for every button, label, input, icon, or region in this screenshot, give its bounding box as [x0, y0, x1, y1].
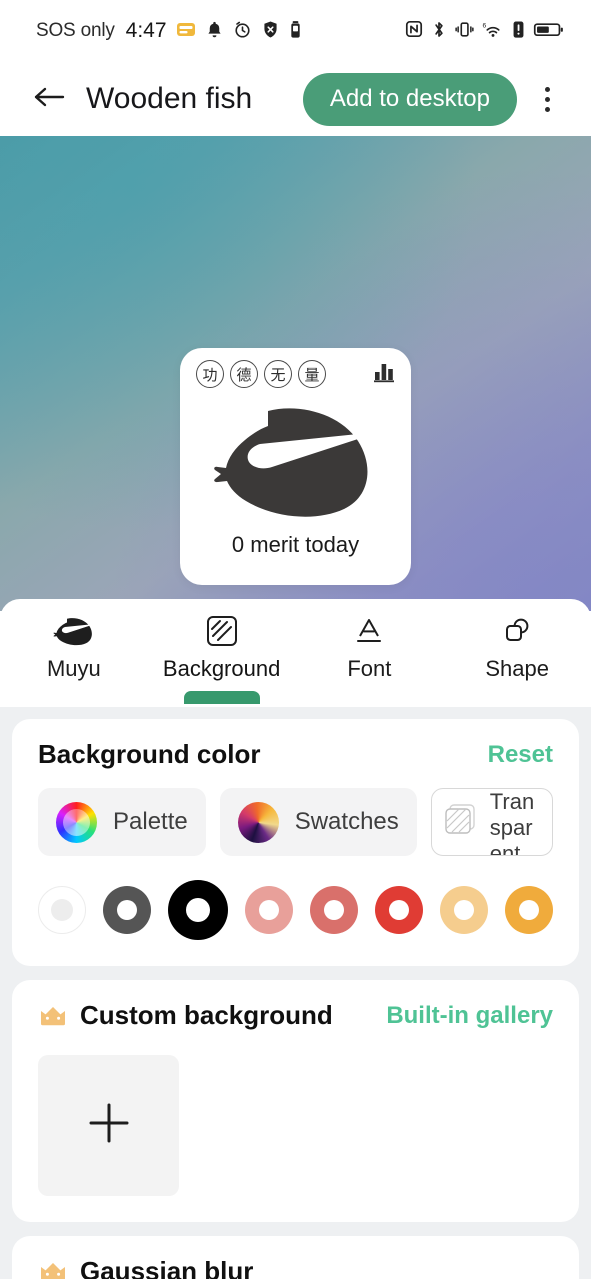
widget-header: 功 德 无 量	[180, 348, 411, 388]
custom-background-card: Custom background Built-in gallery	[12, 980, 579, 1222]
tab-active-indicator	[183, 691, 260, 704]
keyboard-icon	[176, 19, 196, 43]
status-bar-left: SOS only 4:47	[36, 19, 302, 43]
gaussian-blur-card: Gaussian blur	[12, 1236, 579, 1279]
more-options-button[interactable]	[525, 73, 569, 126]
crown-icon	[38, 1259, 68, 1279]
vibrate-icon	[455, 20, 474, 43]
merit-count-label: 0 merit today	[231, 532, 360, 557]
merit-char-1: 功	[196, 360, 224, 388]
carrier-label: SOS only	[36, 20, 115, 41]
nfc-icon	[405, 20, 423, 42]
app-bar: Wooden fish Add to desktop	[0, 62, 591, 136]
alert-icon	[512, 20, 525, 43]
gaussian-blur-header: Gaussian blur	[38, 1256, 553, 1279]
preview-area: 功 德 无 量 0 merit today	[0, 136, 591, 611]
app-window: SOS only 4:47 6 Wooden fish Add to deskt…	[0, 0, 591, 1280]
swatches-label: Swatches	[294, 808, 399, 835]
editor-tab-bar: Muyu Background Font Shape	[0, 599, 591, 707]
clock-label: 4:47	[125, 19, 167, 42]
muyu-icon	[53, 613, 95, 649]
settings-scroll-area[interactable]: Background color Reset Palette Swatches	[0, 707, 591, 1279]
custom-background-title: Custom background	[80, 1000, 333, 1030]
wifi6-icon: 6	[482, 20, 504, 43]
color-swatch-light-pink[interactable]	[245, 886, 293, 934]
background-color-header: Background color Reset	[38, 739, 553, 770]
bell-icon	[205, 20, 224, 43]
color-swatch-rose[interactable]	[310, 886, 358, 934]
tab-shape[interactable]: Shape	[443, 613, 591, 682]
bar-chart-icon[interactable]	[373, 361, 397, 388]
shape-icon	[501, 613, 533, 649]
back-arrow-icon	[31, 82, 67, 117]
alarm-icon	[233, 20, 252, 43]
status-bar-right: 6	[405, 20, 565, 43]
merit-char-2: 德	[230, 360, 258, 388]
tab-label: Muyu	[46, 656, 101, 681]
back-button[interactable]	[26, 76, 72, 122]
color-swatch-dark-gray[interactable]	[103, 886, 151, 934]
color-swatch-white[interactable]	[38, 886, 86, 934]
color-picker-row: Palette Swatches Transparent	[38, 788, 553, 856]
add-image-icon	[81, 1095, 137, 1156]
tab-muyu[interactable]: Muyu	[0, 613, 148, 682]
add-to-desktop-button[interactable]: Add to desktop	[302, 72, 517, 126]
palette-label: Palette	[113, 808, 188, 835]
merit-char-3: 无	[264, 360, 292, 388]
battery-saver-icon	[289, 20, 302, 43]
palette-button[interactable]: Palette	[38, 788, 206, 856]
tab-label: Shape	[485, 656, 549, 681]
background-color-title: Background color	[38, 739, 261, 769]
transparent-checker-icon	[441, 800, 481, 845]
shield-block-icon	[261, 20, 280, 43]
color-swatch-light-orange[interactable]	[440, 886, 488, 934]
background-pattern-icon	[206, 613, 238, 649]
tab-label: Background	[162, 656, 281, 681]
tab-font[interactable]: Font	[296, 613, 444, 682]
color-swatch-black[interactable]	[168, 880, 228, 940]
more-options-icon	[544, 86, 550, 92]
gaussian-blur-title: Gaussian blur	[80, 1256, 254, 1279]
muyu-widget-card[interactable]: 功 德 无 量 0 merit today	[180, 348, 411, 585]
background-color-card: Background color Reset Palette Swatches	[12, 719, 579, 966]
status-bar: SOS only 4:47 6	[0, 0, 591, 62]
swatches-button[interactable]: Swatches	[219, 788, 417, 856]
custom-background-header: Custom background Built-in gallery	[38, 1000, 553, 1031]
svg-text:6: 6	[483, 22, 487, 29]
color-wheel-icon	[56, 801, 97, 843]
merit-char-4: 量	[298, 360, 326, 388]
bluetooth-icon	[431, 20, 447, 43]
reset-link[interactable]: Reset	[488, 741, 553, 769]
add-custom-background-button[interactable]	[38, 1055, 179, 1196]
color-swatch-red[interactable]	[375, 886, 423, 934]
tab-background[interactable]: Background	[148, 613, 296, 704]
page-title: Wooden fish	[86, 82, 253, 115]
crown-icon	[38, 1003, 68, 1029]
battery-icon	[533, 20, 565, 43]
color-swatch-row	[38, 880, 553, 940]
swatch-ball-icon	[237, 801, 279, 843]
color-swatch-orange[interactable]	[505, 886, 553, 934]
transparent-label: Transparent	[489, 789, 535, 855]
muyu-illustration	[180, 394, 411, 526]
transparent-button[interactable]: Transparent	[430, 788, 553, 856]
font-a-icon	[353, 613, 385, 649]
built-in-gallery-link[interactable]: Built-in gallery	[386, 1002, 553, 1030]
tab-label: Font	[347, 656, 392, 681]
